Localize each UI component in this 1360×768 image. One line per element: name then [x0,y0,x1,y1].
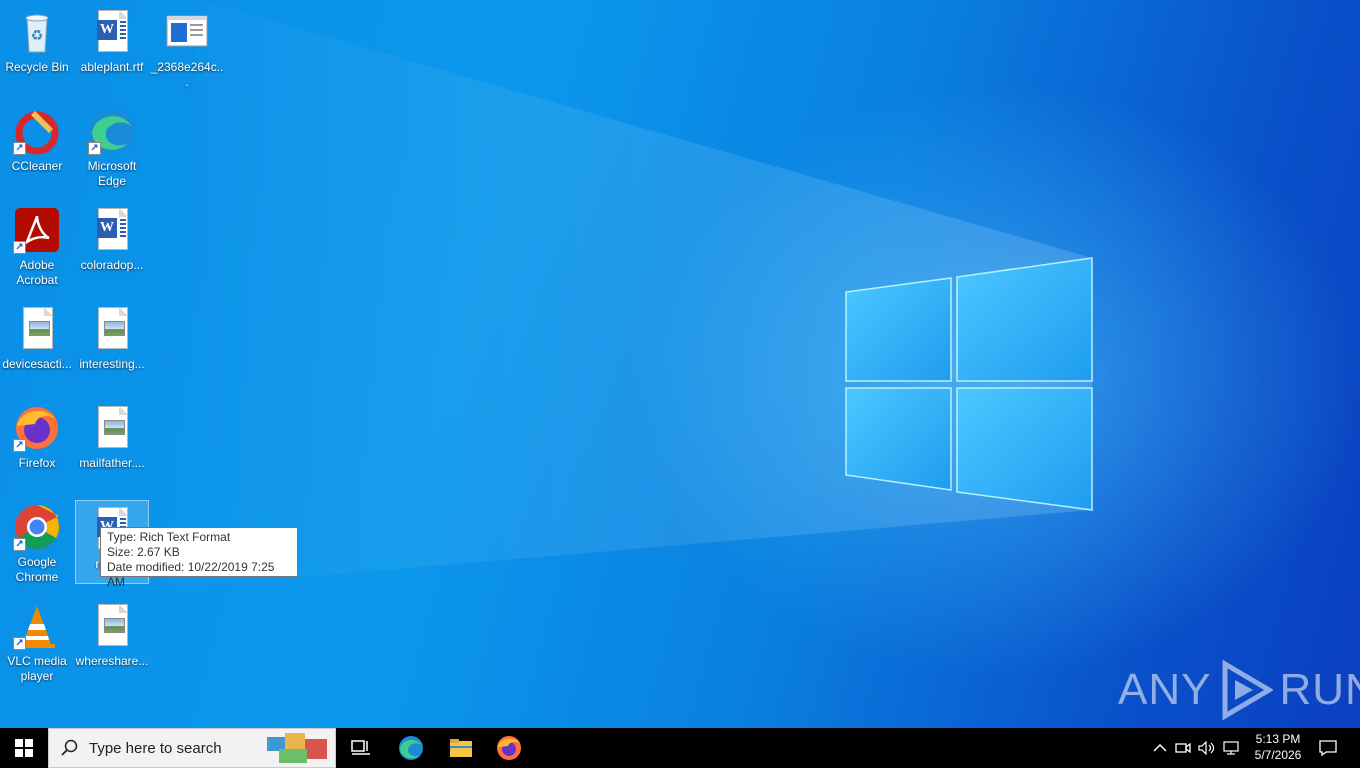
image-file-graphic [88,404,136,452]
image-file-graphic [88,305,136,353]
meet-now-button[interactable] [1174,728,1192,768]
icon-label: Firefox [18,456,56,470]
chrome-graphic: ↗ [13,503,61,551]
tooltip-size: Size: 2.67 KB [107,545,180,559]
recycle-bin-icon[interactable]: ♻ Recycle Bin [0,4,74,94]
icon-label: Recycle Bin [5,60,69,74]
file-tooltip: Type: Rich Text Format Size: 2.67 KB Dat… [100,527,298,589]
start-button[interactable] [0,728,48,768]
clock-date: 5/7/2026 [1254,748,1302,762]
icon-label: coloradop... [80,258,144,272]
speaker-icon [1198,741,1215,755]
search-placeholder: Type here to search [89,739,222,757]
word-icon: W [97,218,117,238]
icon-label: mailfather.... [79,456,145,470]
puzzle-search-highlight-icon [267,733,327,763]
folder-icon [450,739,472,757]
icon-label: whereshare... [75,654,149,668]
shortcut-arrow-icon: ↗ [88,142,101,155]
taskbar-edge-button[interactable] [396,728,426,768]
image-file-graphic [13,305,61,353]
volume-button[interactable] [1198,728,1216,768]
network-icon [1223,741,1239,755]
window-file-graphic [163,8,211,56]
coloradop-file-icon[interactable]: W coloradop... [75,202,149,292]
image-file-graphic [88,602,136,650]
edge-icon [399,736,423,760]
edge-graphic: ↗ [88,107,136,155]
adobe-acrobat-icon[interactable]: ↗ Adobe Acrobat [0,202,74,292]
svg-text:♻: ♻ [31,28,44,44]
icon-label: Microsoft Edge [87,159,137,188]
tooltip-type: Type: Rich Text Format [107,530,231,544]
icon-label: Google Chrome [15,555,59,584]
icon-label: ableplant.rtf [80,60,144,74]
watermark-right-text: RUN [1279,665,1360,714]
clock-time: 5:13 PM [1255,732,1301,746]
tooltip-date-modified: Date modified: 10/22/2019 7:25 AM [107,560,275,589]
firefox-icon [497,736,521,760]
shortcut-arrow-icon: ↗ [13,439,26,452]
devicesacti-file-icon[interactable]: devicesacti... [0,301,74,391]
chevron-up-icon [1153,743,1167,752]
ableplant-rtf-icon[interactable]: W ableplant.rtf [75,4,149,94]
firefox-icon[interactable]: ↗ Firefox [0,400,74,490]
taskbar-search-box[interactable]: Type here to search [48,728,336,768]
interesting-file-icon[interactable]: interesting... [75,301,149,391]
desktop: ♻ Recycle Bin ↗ CCleaner ↗ Adobe Acrobat… [0,0,1360,728]
icon-label: _2368e264c... [150,60,224,89]
google-chrome-icon[interactable]: ↗ Google Chrome [0,499,74,589]
word-file-graphic: W [88,8,136,56]
watermark-left-text: ANY [1118,665,1212,714]
task-view-icon [351,740,370,755]
show-hidden-icons-button[interactable] [1150,728,1170,768]
word-icon: W [97,20,117,40]
2368e264c-file-icon[interactable]: _2368e264c... [150,4,224,94]
taskbar-clock[interactable]: 5:13 PM 5/7/2026 [1240,731,1316,763]
play-icon [1222,660,1274,720]
icon-label: devicesacti... [2,357,72,371]
icon-label: CCleaner [11,159,63,173]
task-view-button[interactable] [346,728,376,768]
taskbar-file-explorer-button[interactable] [446,728,476,768]
shortcut-arrow-icon: ↗ [13,241,26,254]
vlc-media-player-icon[interactable]: ↗ VLC media player [0,598,74,688]
icon-label: interesting... [79,357,145,371]
icon-label: Adobe Acrobat [16,258,58,287]
network-button[interactable] [1222,728,1240,768]
icon-label: VLC media player [7,654,67,683]
notification-icon [1319,740,1337,756]
camera-icon [1175,742,1191,754]
word-file-graphic: W [88,206,136,254]
mailfather-file-icon[interactable]: mailfather.... [75,400,149,490]
windows-icon [15,739,33,757]
shortcut-arrow-icon: ↗ [13,637,26,650]
ccleaner-graphic: ↗ [13,107,61,155]
shortcut-arrow-icon: ↗ [13,538,26,551]
firefox-graphic: ↗ [13,404,61,452]
recycle-bin-graphic: ♻ [13,8,61,56]
anyrun-watermark: ANY RUN [1118,660,1360,720]
ccleaner-icon[interactable]: ↗ CCleaner [0,103,74,193]
vlc-graphic: ↗ [13,602,61,650]
shortcut-arrow-icon: ↗ [13,142,26,155]
microsoft-edge-icon[interactable]: ↗ Microsoft Edge [75,103,149,193]
taskbar-firefox-button[interactable] [494,728,524,768]
acrobat-graphic: ↗ [13,206,61,254]
search-icon [61,739,78,756]
whereshare-file-icon[interactable]: whereshare... [75,598,149,688]
action-center-button[interactable] [1316,728,1340,768]
